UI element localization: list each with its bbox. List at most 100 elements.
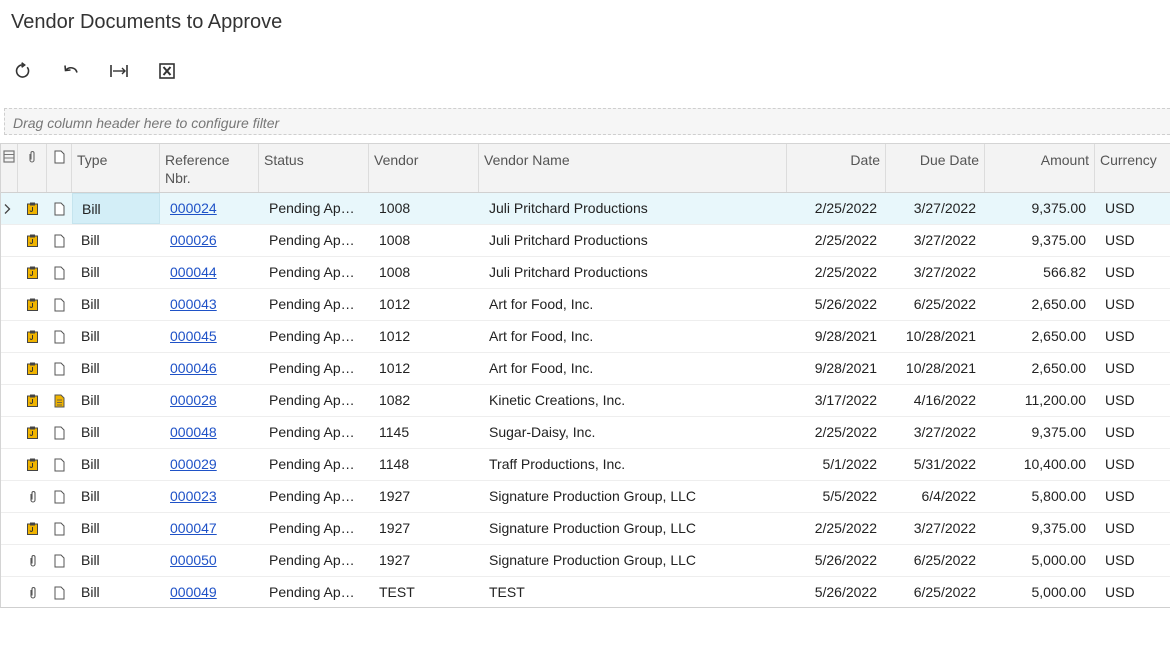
cell-amount[interactable]: 2,650.00 [985, 353, 1095, 384]
cell-currency[interactable]: USD [1095, 225, 1170, 256]
cell-vendor[interactable]: 1012 [369, 289, 479, 320]
cell-status[interactable]: Pending Ap… [259, 417, 369, 448]
cell-status[interactable]: Pending Ap… [259, 193, 369, 224]
cell-status[interactable]: Pending Ap… [259, 513, 369, 544]
reference-link[interactable]: 000046 [170, 360, 217, 376]
row-files-indicator[interactable] [18, 353, 47, 384]
cell-due-date[interactable]: 6/25/2022 [886, 545, 985, 576]
cell-date[interactable]: 2/25/2022 [787, 417, 886, 448]
row-files-indicator[interactable] [18, 545, 47, 576]
cell-vendor-name[interactable]: Sugar-Daisy, Inc. [479, 417, 787, 448]
cell-date[interactable]: 2/25/2022 [787, 193, 886, 224]
row-note-indicator[interactable] [47, 353, 72, 384]
cell-status[interactable]: Pending Ap… [259, 449, 369, 480]
cell-type[interactable]: Bill [72, 545, 160, 576]
cell-amount[interactable]: 5,800.00 [985, 481, 1095, 512]
header-type[interactable]: Type [72, 144, 160, 192]
cell-vendor[interactable]: 1927 [369, 481, 479, 512]
cell-vendor-name[interactable]: Juli Pritchard Productions [479, 193, 787, 224]
cell-amount[interactable]: 9,375.00 [985, 225, 1095, 256]
table-row[interactable]: Bill 000047 Pending Ap… 1927 Signature Produ… [1, 513, 1170, 545]
cell-currency[interactable]: USD [1095, 481, 1170, 512]
cell-vendor[interactable]: 1145 [369, 417, 479, 448]
cell-currency[interactable]: USD [1095, 513, 1170, 544]
cell-vendor-name[interactable]: Signature Production Group, LLC [479, 545, 787, 576]
cell-vendor-name[interactable]: Traff Productions, Inc. [479, 449, 787, 480]
cell-due-date[interactable]: 6/25/2022 [886, 289, 985, 320]
row-note-indicator[interactable] [47, 385, 72, 416]
row-note-indicator[interactable] [47, 545, 72, 576]
row-note-indicator[interactable] [47, 577, 72, 607]
header-status[interactable]: Status [259, 144, 369, 192]
cell-date[interactable]: 5/26/2022 [787, 289, 886, 320]
cell-vendor[interactable]: 1012 [369, 353, 479, 384]
cell-date[interactable]: 5/5/2022 [787, 481, 886, 512]
cell-amount[interactable]: 5,000.00 [985, 577, 1095, 607]
cell-vendor[interactable]: 1082 [369, 385, 479, 416]
cell-vendor[interactable]: 1008 [369, 225, 479, 256]
cell-vendor-name[interactable]: Kinetic Creations, Inc. [479, 385, 787, 416]
cell-vendor-name[interactable]: Signature Production Group, LLC [479, 513, 787, 544]
cell-date[interactable]: 5/26/2022 [787, 577, 886, 607]
row-selector[interactable] [3, 193, 12, 224]
cell-vendor-name[interactable]: Juli Pritchard Productions [479, 257, 787, 288]
row-files-indicator[interactable] [18, 481, 47, 512]
cell-currency[interactable]: USD [1095, 577, 1170, 607]
cell-date[interactable]: 5/1/2022 [787, 449, 886, 480]
cell-amount[interactable]: 11,200.00 [985, 385, 1095, 416]
table-row[interactable]: Bill 000028 Pending Ap… 1082 Kinetic Creatio… [1, 385, 1170, 417]
cell-vendor-name[interactable]: Art for Food, Inc. [479, 353, 787, 384]
cell-vendor[interactable]: 1012 [369, 321, 479, 352]
row-files-indicator[interactable] [18, 321, 47, 352]
cell-vendor[interactable]: 1927 [369, 545, 479, 576]
cell-type[interactable]: Bill [72, 385, 160, 416]
cell-amount[interactable]: 2,650.00 [985, 289, 1095, 320]
row-files-indicator[interactable] [18, 193, 47, 224]
cell-date[interactable]: 2/25/2022 [787, 257, 886, 288]
cell-vendor[interactable]: 1008 [369, 257, 479, 288]
reference-link[interactable]: 000047 [170, 520, 217, 536]
cell-due-date[interactable]: 3/27/2022 [886, 225, 985, 256]
row-files-indicator[interactable] [18, 257, 47, 288]
row-files-indicator[interactable] [18, 577, 47, 607]
cell-currency[interactable]: USD [1095, 321, 1170, 352]
reference-link[interactable]: 000023 [170, 488, 217, 504]
cell-amount[interactable]: 9,375.00 [985, 193, 1095, 224]
header-vendor-name[interactable]: Vendor Name [479, 144, 787, 192]
cell-currency[interactable]: USD [1095, 449, 1170, 480]
cell-currency[interactable]: USD [1095, 289, 1170, 320]
cell-type[interactable]: Bill [72, 481, 160, 512]
header-files[interactable] [18, 144, 47, 192]
cell-amount[interactable]: 2,650.00 [985, 321, 1095, 352]
cell-status[interactable]: Pending Ap… [259, 353, 369, 384]
row-note-indicator[interactable] [47, 513, 72, 544]
header-notes[interactable] [47, 144, 72, 192]
cell-status[interactable]: Pending Ap… [259, 481, 369, 512]
cell-due-date[interactable]: 6/25/2022 [886, 577, 985, 607]
table-row[interactable]: Bill 000026 Pending Ap… 1008 Juli Pritchard … [1, 225, 1170, 257]
cell-currency[interactable]: USD [1095, 417, 1170, 448]
cell-currency[interactable]: USD [1095, 257, 1170, 288]
reference-link[interactable]: 000026 [170, 232, 217, 248]
filter-drop-zone[interactable]: Drag column header here to configure fil… [4, 108, 1170, 135]
header-vendor[interactable]: Vendor [369, 144, 479, 192]
cell-status[interactable]: Pending Ap… [259, 577, 369, 607]
cell-status[interactable]: Pending Ap… [259, 225, 369, 256]
reference-link[interactable]: 000029 [170, 456, 217, 472]
reference-link[interactable]: 000043 [170, 296, 217, 312]
header-row-settings[interactable] [1, 144, 18, 192]
cell-vendor-name[interactable]: TEST [479, 577, 787, 607]
row-files-indicator[interactable] [18, 385, 47, 416]
cell-date[interactable]: 2/25/2022 [787, 225, 886, 256]
reference-link[interactable]: 000049 [170, 584, 217, 600]
cell-due-date[interactable]: 3/27/2022 [886, 257, 985, 288]
cell-amount[interactable]: 566.82 [985, 257, 1095, 288]
cell-date[interactable]: 3/17/2022 [787, 385, 886, 416]
row-files-indicator[interactable] [18, 449, 47, 480]
cell-due-date[interactable]: 5/31/2022 [886, 449, 985, 480]
cell-type[interactable]: Bill [72, 513, 160, 544]
table-row[interactable]: Bill 000046 Pending Ap… 1012 Art for Food, I… [1, 353, 1170, 385]
cell-type[interactable]: Bill [72, 417, 160, 448]
row-note-indicator[interactable] [47, 417, 72, 448]
cell-type[interactable]: Bill [72, 353, 160, 384]
